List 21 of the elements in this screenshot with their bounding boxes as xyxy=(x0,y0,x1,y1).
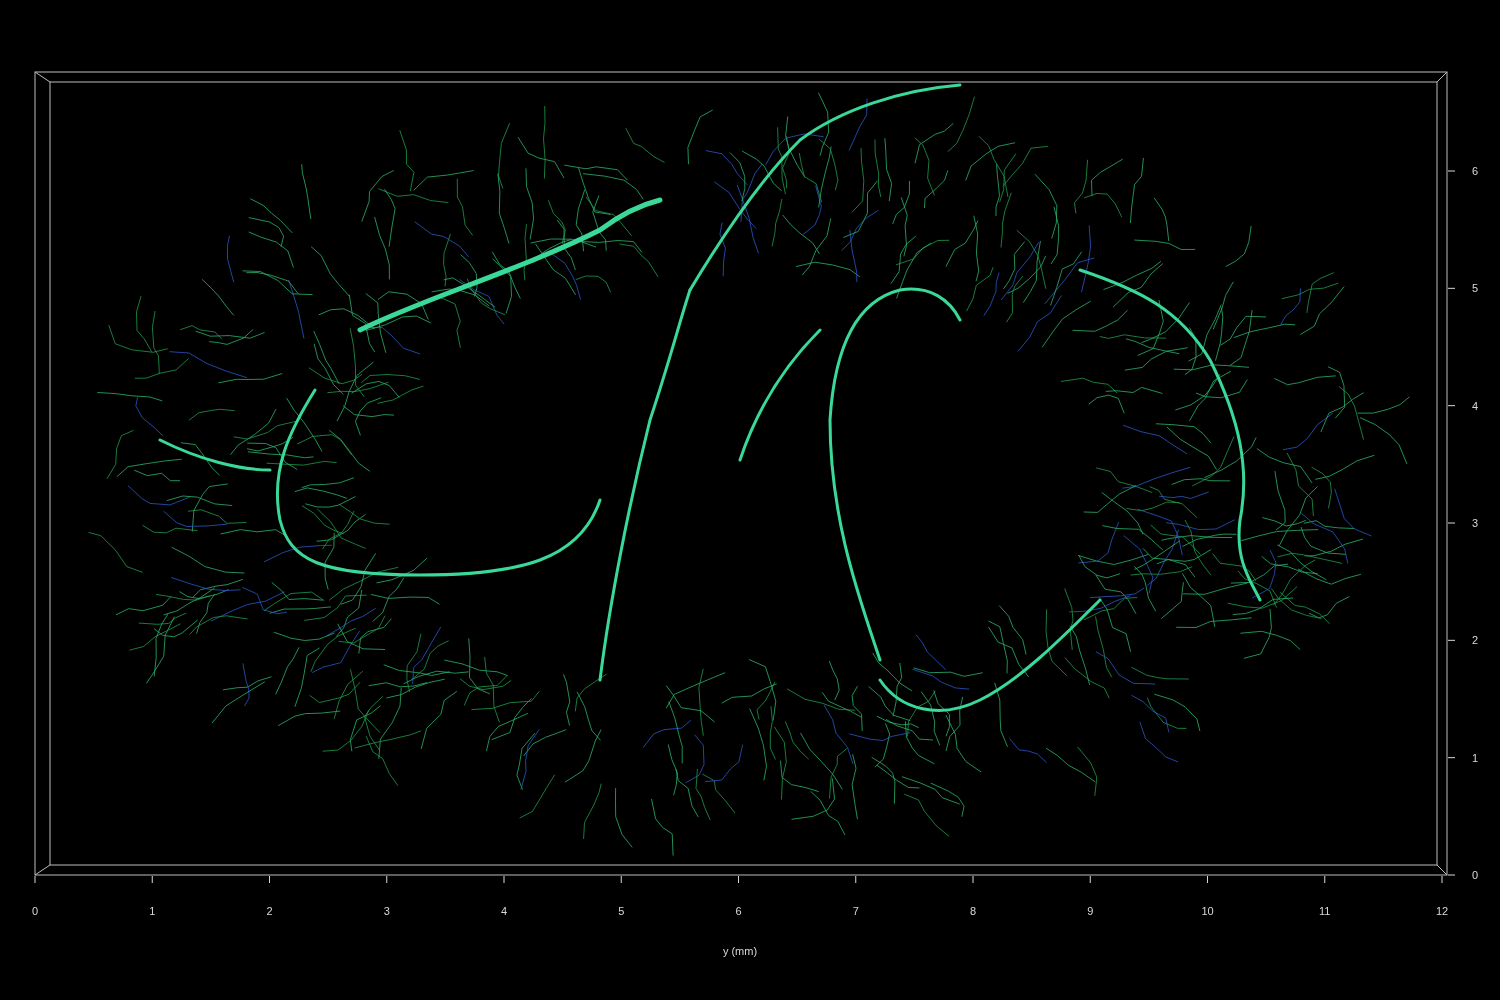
axis-tick-label: 7 xyxy=(852,905,859,917)
axis-tick-label: 8 xyxy=(969,905,977,917)
axis-tick-label: 5 xyxy=(618,905,625,917)
axis-tick-label: 11 xyxy=(1319,905,1331,917)
axis-tick-label: 1 xyxy=(1472,751,1479,764)
axis-tick-label: 6 xyxy=(1472,165,1479,177)
axis-tick-label: 3 xyxy=(383,905,390,917)
axis-tick-label: 2 xyxy=(266,905,273,917)
axis-tick-label: 6 xyxy=(735,905,742,917)
axis-tick-label: 0 xyxy=(31,905,39,917)
axis-tick-label: 5 xyxy=(1472,282,1479,295)
axis-tick-label: 3 xyxy=(1472,517,1479,529)
axis-tick-label: 9 xyxy=(1087,905,1094,917)
axis-tick-label: 4 xyxy=(500,905,508,917)
axis-tick-label: 2 xyxy=(1472,634,1479,647)
axis-label: y (mm) xyxy=(722,945,758,957)
axis-tick-label: 0 xyxy=(1472,869,1479,881)
axis-tick-label: 1 xyxy=(149,905,156,917)
axis-tick-label: 10 xyxy=(1201,905,1214,917)
axis-tick-label: 12 xyxy=(1435,905,1449,917)
axis-tick-label: 4 xyxy=(1472,399,1479,412)
